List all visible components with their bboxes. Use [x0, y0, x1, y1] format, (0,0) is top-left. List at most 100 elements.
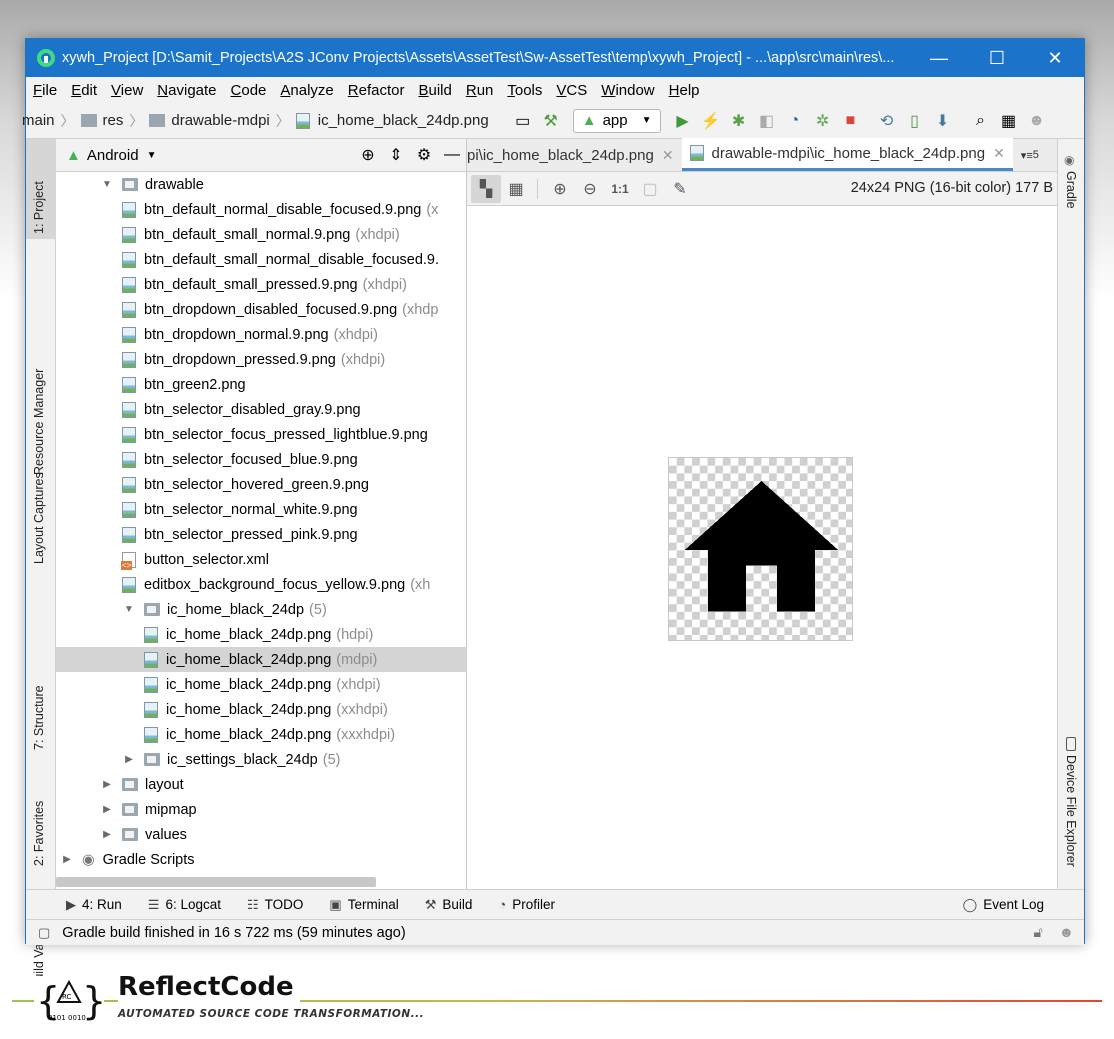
menu-build[interactable]: Build: [418, 82, 451, 99]
menu-help[interactable]: Help: [669, 82, 700, 99]
user-icon[interactable]: ☻: [1023, 107, 1051, 135]
zoom-out-icon[interactable]: ⊖: [575, 175, 605, 203]
tree-row[interactable]: btn_dropdown_normal.9.png (xhdpi): [56, 322, 467, 347]
breadcrumb-file[interactable]: ic_home_black_24dp.png: [318, 112, 489, 129]
tool-todo[interactable]: ☷ TODO: [247, 897, 303, 913]
tree-row[interactable]: btn_default_small_normal.9.png (xhdpi): [56, 222, 467, 247]
tab-project[interactable]: 1: Project: [32, 181, 46, 234]
close-button[interactable]: ✕: [1026, 39, 1084, 77]
collapse-all-icon[interactable]: ⇕: [382, 141, 410, 169]
tool-profiler[interactable]: ◔ Profiler: [498, 897, 555, 912]
locate-icon[interactable]: ⊕: [354, 141, 382, 169]
actual-size-button[interactable]: 1:1: [605, 175, 635, 203]
caret-down-icon[interactable]: ▼: [147, 150, 157, 161]
menu-analyze[interactable]: Analyze: [280, 82, 333, 99]
gear-icon[interactable]: ⚙: [410, 141, 438, 169]
sdk-manager-icon[interactable]: ⬇: [929, 107, 957, 135]
tree-row[interactable]: btn_default_normal_disable_focused.9.png…: [56, 197, 467, 222]
tab-device-file-explorer[interactable]: Device File Explorer: [1064, 755, 1078, 867]
layout-toggle-icon[interactable]: ▢: [38, 925, 50, 941]
fit-zoom-icon[interactable]: ▢: [635, 175, 665, 203]
tree-row[interactable]: btn_selector_focused_blue.9.png: [56, 447, 467, 472]
tree-row[interactable]: ▶ layout: [56, 772, 467, 797]
tool-logcat[interactable]: ☰ 6: Logcat: [148, 897, 221, 913]
expand-down-icon[interactable]: ▼: [122, 604, 136, 615]
zoom-in-icon[interactable]: ⊕: [545, 175, 575, 203]
tree-row[interactable]: ic_home_black_24dp.png (xhdpi): [56, 672, 467, 697]
tree-row[interactable]: ic_home_black_24dp.png (hdpi): [56, 622, 467, 647]
expand-right-icon[interactable]: ▶: [100, 779, 114, 790]
tree-row[interactable]: editbox_background_focus_yellow.9.png (xh: [56, 572, 467, 597]
attach-debugger-icon[interactable]: ◧: [753, 107, 781, 135]
menu-code[interactable]: Code: [231, 82, 267, 99]
run-icon[interactable]: ▶: [669, 107, 697, 135]
tree-row[interactable]: btn_default_small_pressed.9.png (xhdpi): [56, 272, 467, 297]
debug-icon[interactable]: ✱: [725, 107, 753, 135]
apply-changes-icon[interactable]: ⚡: [697, 107, 725, 135]
lock-icon[interactable]: 🔓︎: [1033, 925, 1042, 941]
close-icon[interactable]: ✕: [993, 145, 1005, 162]
hammer-icon[interactable]: ⚒: [537, 107, 565, 135]
view-mode-select[interactable]: Android: [87, 147, 139, 164]
expand-right-icon[interactable]: ▶: [100, 804, 114, 815]
grid-icon[interactable]: ▦: [501, 175, 531, 203]
avd-manager-icon[interactable]: ▯: [901, 107, 929, 135]
tree-row[interactable]: ▶ ◉ Gradle Scripts: [56, 847, 467, 872]
tree-row[interactable]: ▶ mipmap: [56, 797, 467, 822]
tab-resource-manager[interactable]: Resource Manager: [32, 369, 46, 475]
tree-row[interactable]: btn_selector_disabled_gray.9.png: [56, 397, 467, 422]
tool-event-log[interactable]: ◯ Event Log: [963, 897, 1044, 913]
tool-run[interactable]: ▶ 4: Run: [66, 897, 122, 913]
tree-row[interactable]: ▼ ic_home_black_24dp (5): [56, 597, 467, 622]
expand-down-icon[interactable]: ▼: [100, 179, 114, 190]
tree-row[interactable]: btn_dropdown_pressed.9.png (xhdpi): [56, 347, 467, 372]
minimize-button[interactable]: —: [910, 39, 968, 77]
tab-layout-captures[interactable]: Layout Captures: [32, 472, 46, 564]
coverage-icon[interactable]: ✲: [809, 107, 837, 135]
tree-row[interactable]: ▶ ic_settings_black_24dp (5): [56, 747, 467, 772]
tab-favorites[interactable]: 2: Favorites: [32, 801, 46, 866]
menu-vcs[interactable]: VCS: [556, 82, 587, 99]
tree-scrollbar[interactable]: [56, 877, 376, 887]
maximize-button[interactable]: ☐: [968, 39, 1026, 77]
tree-row[interactable]: ▼ drawable: [56, 172, 467, 197]
tab-gradle[interactable]: Gradle: [1064, 171, 1078, 209]
tree-row[interactable]: btn_selector_normal_white.9.png: [56, 497, 467, 522]
tree-row[interactable]: btn_selector_pressed_pink.9.png: [56, 522, 467, 547]
breadcrumb-main[interactable]: main: [22, 112, 55, 129]
color-picker-icon[interactable]: ✎: [665, 175, 695, 203]
expand-right-icon[interactable]: ▶: [100, 829, 114, 840]
tree-row[interactable]: button_selector.xml: [56, 547, 467, 572]
tree-row[interactable]: btn_selector_hovered_green.9.png: [56, 472, 467, 497]
menu-edit[interactable]: Edit: [71, 82, 97, 99]
run-config-select[interactable]: ▲ app ▼: [572, 108, 661, 133]
expand-right-icon[interactable]: ▶: [122, 754, 136, 765]
tree-row[interactable]: btn_default_small_normal_disable_focused…: [56, 247, 467, 272]
menu-window[interactable]: Window: [601, 82, 654, 99]
project-structure-icon[interactable]: ▦: [995, 107, 1023, 135]
tool-build[interactable]: ⚒ Build: [425, 897, 473, 913]
search-icon[interactable]: ⌕: [967, 107, 995, 135]
stop-icon[interactable]: ■: [837, 107, 865, 135]
tree-row[interactable]: btn_green2.png: [56, 372, 467, 397]
expand-right-icon[interactable]: ▶: [60, 854, 74, 865]
breadcrumb-drawable-mdpi[interactable]: drawable-mdpi: [171, 112, 269, 129]
profile-icon[interactable]: ◔: [781, 107, 809, 135]
tree-row[interactable]: ic_home_black_24dp.png (xxhdpi): [56, 697, 467, 722]
menu-refactor[interactable]: Refactor: [348, 82, 405, 99]
menu-navigate[interactable]: Navigate: [157, 82, 216, 99]
close-icon[interactable]: ✕: [662, 147, 674, 164]
chessboard-icon[interactable]: ▚: [471, 174, 501, 203]
tree-row[interactable]: btn_selector_focus_pressed_lightblue.9.p…: [56, 422, 467, 447]
menu-file[interactable]: File: [33, 82, 57, 99]
tab-structure[interactable]: 7: Structure: [32, 685, 46, 750]
inspector-icon[interactable]: ☻: [1059, 925, 1074, 941]
tree-row[interactable]: ic_home_black_24dp.png (mdpi): [56, 647, 467, 672]
menu-tools[interactable]: Tools: [507, 82, 542, 99]
breadcrumb-res[interactable]: res: [103, 112, 124, 129]
tab-hdpi-file[interactable]: pi\ic_home_black_24dp.png ✕: [459, 139, 682, 171]
menu-view[interactable]: View: [111, 82, 143, 99]
tree-row[interactable]: btn_dropdown_disabled_focused.9.png (xhdp: [56, 297, 467, 322]
tab-mdpi-file[interactable]: drawable-mdpi\ic_home_black_24dp.png ✕: [681, 138, 1013, 171]
tab-overflow[interactable]: ▾≡ 5: [1013, 139, 1047, 171]
